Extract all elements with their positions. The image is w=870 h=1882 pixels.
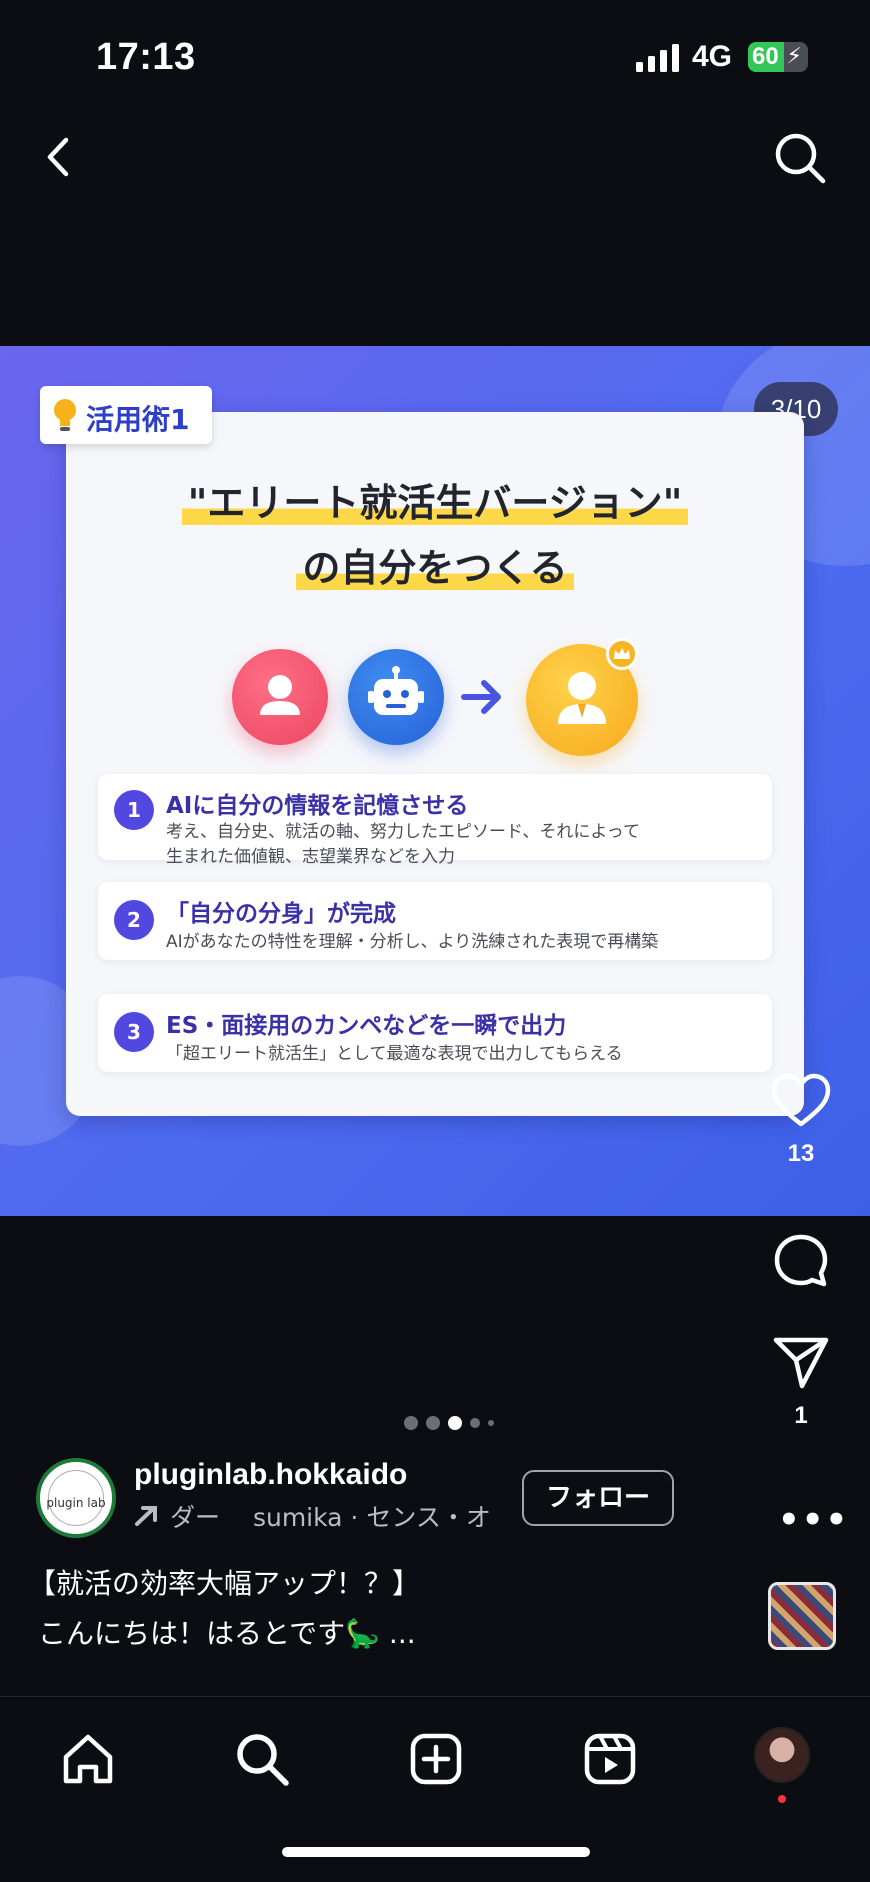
status-bar: 17:13 4G 60 ⚡ [0,0,870,110]
step-number: 3 [114,1012,154,1052]
lightbulb-icon [54,399,76,431]
carousel-dot [426,1416,440,1430]
carousel-dot [470,1418,480,1428]
arrow-right-icon [461,680,501,714]
home-indicator [282,1847,590,1857]
step-title: ES・面接用のカンペなどを一瞬で出力 [166,1013,567,1039]
heart-icon [771,1073,831,1127]
paper-plane-icon [773,1337,829,1389]
carousel-indicator [400,1413,510,1433]
search-icon[interactable] [772,130,828,186]
caption-line1: 【就活の効率大幅アップ！？】 [28,1567,421,1600]
like-button[interactable]: 13 [766,1072,836,1168]
like-count: 13 [787,1140,815,1167]
create-icon[interactable] [406,1729,466,1789]
step-item: 3 ES・面接用のカンペなどを一瞬で出力 「超エリート就活生」として最適な表現で… [98,994,772,1072]
charging-icon: ⚡ [786,44,802,69]
share-button[interactable]: 1 [766,1334,836,1430]
step-description: 考え、自分史、就活の軸、努力したエピソード、それによって 生まれた価値観、志望業… [166,822,640,867]
bottom-nav [0,1696,870,1882]
tip-tag-label: 活用術1 [86,403,190,436]
signal-icon [636,44,679,72]
comment-icon [774,1234,828,1287]
step-description: AIがあなたの特性を理解・分析し、より洗練された表現で再構築 [166,932,659,952]
trending-arrow-icon [135,1506,157,1526]
audio-thumbnail[interactable] [768,1582,836,1650]
carousel-dot [488,1420,494,1426]
network-type: 4G [692,40,733,73]
home-icon[interactable] [58,1729,118,1789]
carousel-dot-active [448,1416,462,1430]
post-carousel-slide[interactable]: 活用術1 3/10 "エリート就活生バージョン" の自分をつくる 1 AIに自分… [0,346,870,1216]
robot-icon [348,649,444,745]
step-item: 1 AIに自分の情報を記憶させる 考え、自分史、就活の軸、努力したエピソード、そ… [98,774,772,867]
headline-line2: の自分をつくる [66,537,804,592]
more-options-icon[interactable]: ••• [778,1500,849,1540]
headline-line1: "エリート就活生バージョン" [66,472,804,527]
info-card: "エリート就活生バージョン" の自分をつくる 1 AIに自分の情報を記憶させる … [66,412,804,1116]
music-info[interactable]: ダー sumika · センス・オ [134,1498,494,1534]
carousel-dot [404,1416,418,1430]
caption-line2[interactable]: こんにちは！はるとです🦕 ... [38,1612,416,1652]
step-number: 1 [114,790,154,830]
avatar-logo-text: plugin lab [46,1496,106,1510]
follow-button[interactable]: フォロー [522,1470,674,1526]
profile-avatar[interactable] [754,1727,810,1783]
back-icon[interactable] [34,132,84,182]
account-avatar[interactable]: plugin lab [36,1458,116,1538]
step-title: AIに自分の情報を記憶させる [166,793,469,819]
reels-icon[interactable] [580,1729,640,1789]
account-username[interactable]: pluginlab.hokkaido [134,1458,407,1492]
crown-icon [606,638,638,670]
step-item: 2 「自分の分身」が完成 AIがあなたの特性を理解・分析し、より洗練された表現で… [98,882,772,960]
music-text: ダー sumika · センス・オ [170,1503,491,1532]
tip-tag: 活用術1 [40,386,212,444]
user-icon [232,649,328,745]
notification-dot [778,1795,786,1803]
comment-button[interactable] [766,1232,836,1290]
search-icon[interactable] [232,1729,292,1789]
step-description: 「超エリート就活生」として最適な表現で出力してもらえる [166,1044,623,1064]
battery-icon: 60 ⚡ [748,42,808,72]
battery-percent: 60 [752,43,779,70]
step-number: 2 [114,900,154,940]
status-time: 17:13 [96,36,196,78]
share-count: 1 [794,1402,808,1429]
step-title: 「自分の分身」が完成 [166,901,396,927]
top-bar [0,120,870,200]
